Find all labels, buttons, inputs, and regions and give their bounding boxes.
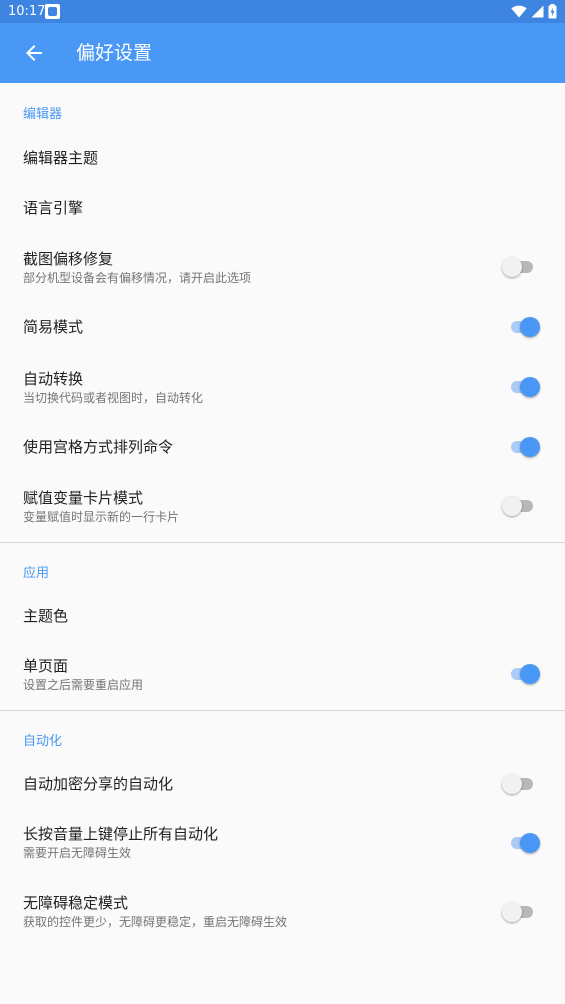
toggle-switch[interactable] [502, 494, 542, 518]
setting-title: 简易模式 [23, 318, 84, 336]
section-header-app: 应用 [23, 566, 50, 581]
toggle-switch[interactable] [502, 772, 542, 796]
status-bar: 10:17 [0, 0, 565, 23]
toggle-switch[interactable] [502, 900, 542, 924]
switch-thumb [520, 377, 540, 397]
section-header-editor: 编辑器 [23, 107, 63, 122]
switch-thumb [502, 902, 522, 922]
setting-auto-convert[interactable]: 自动转换 当切换代码或者视图时，自动转化 [0, 360, 565, 416]
section-header-automation: 自动化 [23, 734, 63, 749]
setting-theme-color[interactable]: 主题色 [0, 596, 565, 640]
setting-title: 使用宫格方式排列命令 [23, 438, 174, 456]
setting-title: 无障碍稳定模式 [23, 894, 129, 912]
status-icons [511, 4, 557, 19]
setting-title: 单页面 [23, 657, 69, 675]
toggle-switch[interactable] [502, 255, 542, 279]
section-divider [0, 710, 565, 711]
toggle-switch[interactable] [502, 831, 542, 855]
app-notification-icon [45, 4, 60, 19]
switch-thumb [520, 664, 540, 684]
section-divider [0, 542, 565, 543]
setting-title: 语言引擎 [23, 199, 84, 217]
app-bar: 偏好设置 [0, 23, 565, 83]
setting-accessibility-stable-mode[interactable]: 无障碍稳定模式 获取的控件更少，无障碍更稳定，重启无障碍生效 [0, 884, 565, 940]
setting-language-engine[interactable]: 语言引擎 [0, 187, 565, 231]
setting-title: 自动转换 [23, 370, 84, 388]
toggle-switch[interactable] [502, 375, 542, 399]
setting-editor-theme[interactable]: 编辑器主题 [0, 137, 565, 181]
wifi-icon [511, 5, 527, 18]
toggle-switch[interactable] [502, 315, 542, 339]
setting-screenshot-offset-fix[interactable]: 截图偏移修复 部分机型设备会有偏移情况，请开启此选项 [0, 240, 565, 296]
setting-variable-card-mode[interactable]: 赋值变量卡片模式 变量赋值时显示新的一行卡片 [0, 479, 565, 535]
toggle-switch[interactable] [502, 662, 542, 686]
switch-thumb [520, 833, 540, 853]
setting-summary: 获取的控件更少，无障碍更稳定，重启无障碍生效 [23, 915, 288, 929]
setting-title: 截图偏移修复 [23, 250, 114, 268]
switch-thumb [502, 257, 522, 277]
setting-summary: 当切换代码或者视图时，自动转化 [23, 391, 204, 405]
setting-grid-commands[interactable]: 使用宫格方式排列命令 [0, 426, 565, 470]
setting-volume-key-stop[interactable]: 长按音量上键停止所有自动化 需要开启无障碍生效 [0, 815, 565, 871]
setting-title: 主题色 [23, 607, 69, 625]
setting-simple-mode[interactable]: 简易模式 [0, 307, 565, 351]
setting-summary: 设置之后需要重启应用 [23, 678, 144, 692]
setting-title: 编辑器主题 [23, 149, 99, 167]
toggle-switch[interactable] [502, 435, 542, 459]
setting-single-page[interactable]: 单页面 设置之后需要重启应用 [0, 647, 565, 703]
switch-thumb [502, 774, 522, 794]
status-time: 10:17 [8, 4, 46, 19]
battery-charging-icon [548, 4, 557, 19]
setting-title: 赋值变量卡片模式 [23, 489, 144, 507]
setting-encrypt-shared-automation[interactable]: 自动加密分享的自动化 [0, 763, 565, 807]
setting-summary: 变量赋值时显示新的一行卡片 [23, 510, 180, 524]
page-title: 偏好设置 [76, 42, 153, 64]
setting-title: 长按音量上键停止所有自动化 [23, 825, 219, 843]
setting-title: 自动加密分享的自动化 [23, 775, 174, 793]
setting-summary: 部分机型设备会有偏移情况，请开启此选项 [23, 271, 252, 285]
setting-summary: 需要开启无障碍生效 [23, 846, 132, 860]
signal-icon [531, 5, 544, 18]
back-arrow-icon[interactable] [22, 41, 46, 65]
switch-thumb [520, 317, 540, 337]
switch-thumb [502, 496, 522, 516]
switch-thumb [520, 437, 540, 457]
